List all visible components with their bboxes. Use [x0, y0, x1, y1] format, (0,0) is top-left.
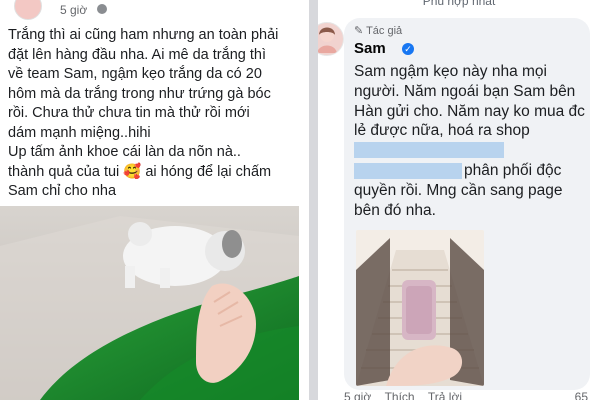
comment-bubble: ✎ Tác giả Sam ✓ Sam ngậm kẹo này nha mọi… — [344, 18, 590, 390]
post-text: Trắng thì ai cũng ham nhưng an toàn phải… — [8, 26, 300, 202]
comment-panel: Phù hợp nhất ✎ Tác giả Sam ✓ Sam ngậm kẹ… — [318, 0, 600, 400]
reply-button[interactable]: Trả lời — [428, 390, 462, 400]
post-line: dám mạnh miệng..hihi — [8, 124, 151, 141]
post-line: Up tấm ảnh khoe cái làn da nõn nà.. — [8, 144, 241, 160]
comment-photo-illustration — [356, 230, 484, 386]
post-photo[interactable] — [0, 206, 299, 400]
post-panel: 5 giờ Trắng thì ai cũng ham nhưng an toà… — [0, 0, 309, 400]
comment-line: Sam ngậm kẹo này nha mọi — [354, 63, 547, 80]
reaction-count[interactable]: 65 — [575, 390, 588, 400]
verified-icon: ✓ — [402, 43, 414, 55]
post-line: Sam chỉ cho nha — [8, 183, 117, 199]
avatar-illustration — [318, 27, 337, 53]
author-tag: ✎ Tác giả — [354, 24, 402, 37]
comment-line: quyền rồi. Mng cần sang page — [354, 181, 563, 199]
avatar[interactable] — [318, 22, 344, 56]
like-button[interactable]: Thích — [385, 390, 415, 400]
author-name[interactable]: Sam — [354, 40, 386, 57]
comment-line: bên đó nha. — [354, 201, 436, 219]
post-time[interactable]: 5 giờ — [60, 3, 87, 17]
post-line: Trắng thì ai cũng ham nhưng an toàn phải — [8, 27, 279, 43]
author-tag-label: Tác giả — [366, 25, 403, 37]
avatar[interactable] — [14, 0, 42, 20]
globe-icon — [97, 4, 107, 14]
comment-line: người. Năm ngoái bạn Sam bên — [354, 82, 576, 100]
post-line: rồi. Chưa thử chưa tin mà thử rồi mới — [8, 105, 250, 121]
comment-line: Hàn gửi cho. Năm nay ko mua đc — [354, 102, 585, 120]
comment-time[interactable]: 5 giờ — [344, 390, 371, 400]
redaction-block — [354, 163, 462, 179]
post-header: 5 giờ — [0, 0, 309, 22]
comment-line: lẻ được nữa, hoá ra shop — [354, 122, 530, 140]
post-line: về team Sam, ngậm kẹo trắng da có 20 — [8, 66, 262, 82]
sort-label[interactable]: Phù hợp nhất — [318, 0, 600, 8]
comment-meta: 5 giờ Thích Trả lời 65 — [344, 390, 594, 400]
comment-photo[interactable] — [356, 230, 484, 386]
post-photo-illustration — [0, 206, 299, 400]
post-line: đặt lên hàng đầu nha. Ai mê da trắng thì — [8, 46, 266, 63]
post-line: hôm mà da trắng trong như trứng gà bóc — [8, 85, 271, 102]
post-line: thành quả của tui 🥰 ai hóng để lại chấm — [8, 163, 272, 180]
redaction-block — [354, 142, 504, 158]
pen-icon: ✎ — [354, 25, 364, 37]
